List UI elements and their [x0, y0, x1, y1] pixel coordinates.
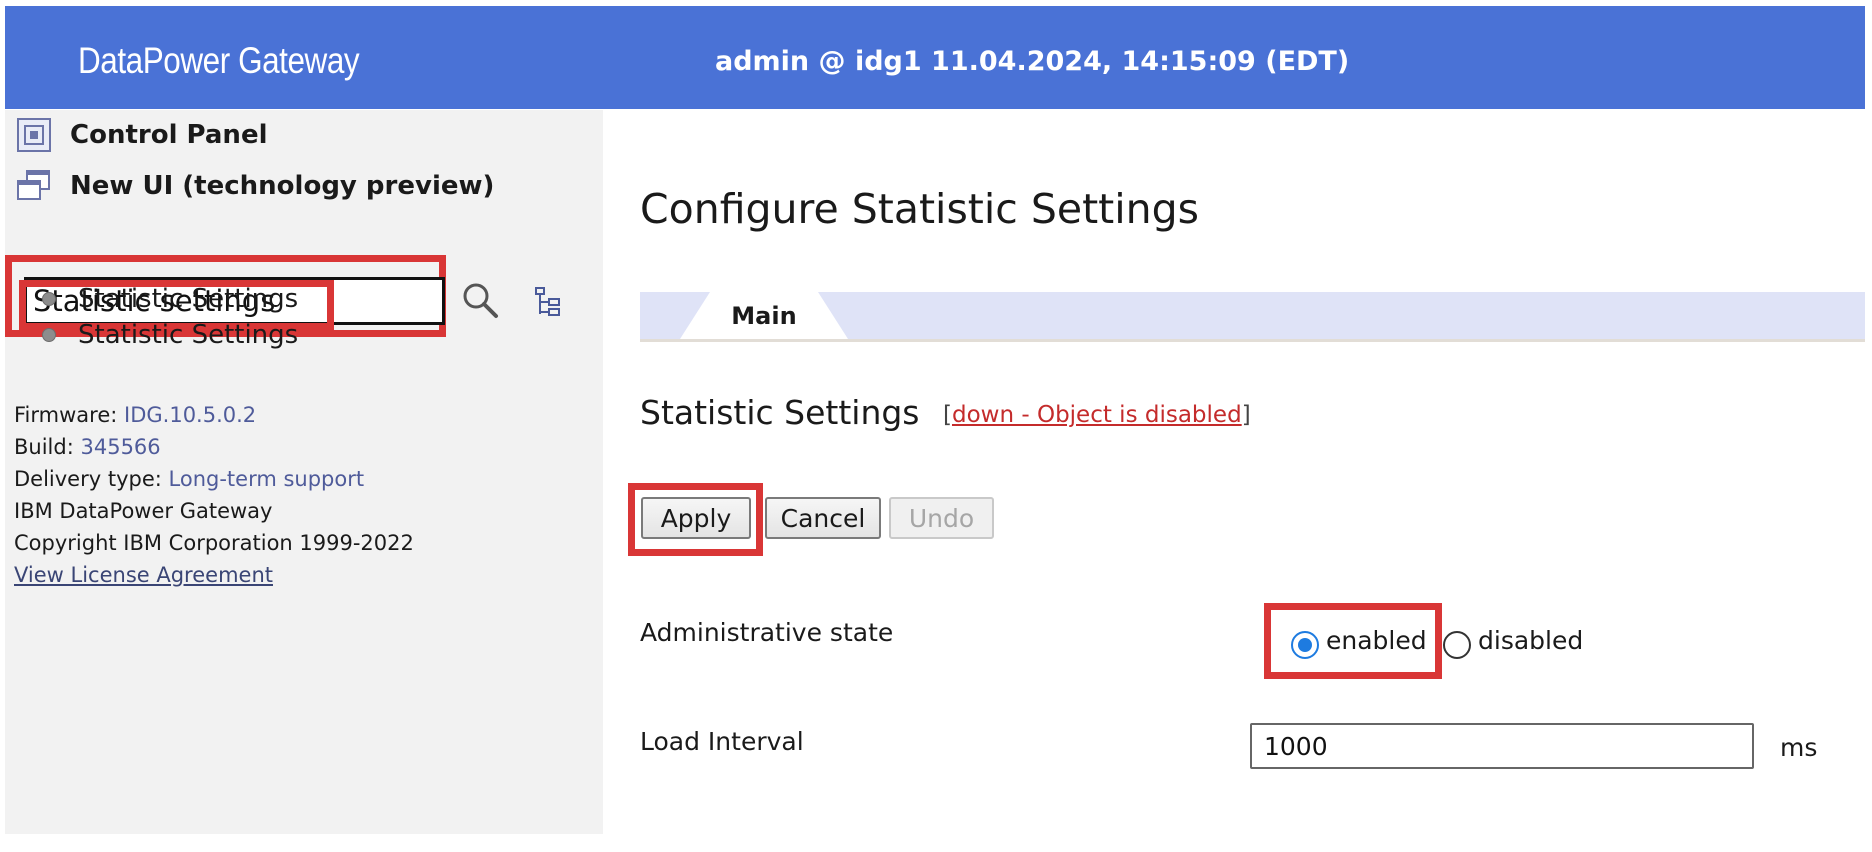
radio-disabled-label[interactable]: disabled — [1478, 626, 1583, 655]
firmware-label: Firmware: — [14, 403, 118, 427]
load-interval-unit: ms — [1780, 733, 1818, 762]
status-bracket-open: [ — [943, 402, 952, 428]
undo-button[interactable]: Undo — [889, 497, 994, 539]
firmware-info: Firmware: IDG.10.5.0.2 — [14, 403, 256, 427]
status-bracket-close: ] — [1241, 402, 1251, 428]
load-interval-input[interactable] — [1250, 723, 1754, 769]
nav-control-panel-label: Control Panel — [70, 120, 268, 150]
search-result-2[interactable]: Statistic Settings — [30, 316, 298, 354]
radio-disabled[interactable] — [1443, 631, 1471, 659]
cancel-button[interactable]: Cancel — [765, 497, 881, 539]
load-interval-label: Load Interval — [640, 727, 804, 756]
build-value: 345566 — [80, 435, 161, 459]
top-header: DataPower Gateway admin @ idg1 11.04.202… — [5, 6, 1865, 109]
bullet-icon — [42, 292, 56, 306]
bullet-icon — [42, 328, 56, 342]
build-label: Build: — [14, 435, 74, 459]
nav-new-ui[interactable]: New UI (technology preview) — [12, 166, 494, 206]
radio-enabled-label[interactable]: enabled — [1326, 626, 1427, 655]
object-status: [down - Object is disabled] — [943, 402, 1251, 428]
search-icon[interactable] — [460, 280, 500, 320]
status-link[interactable]: down - Object is disabled — [952, 402, 1242, 428]
radio-enabled[interactable] — [1291, 631, 1319, 659]
firmware-value: IDG.10.5.0.2 — [124, 403, 257, 427]
section-title: Statistic Settings — [640, 393, 920, 432]
control-panel-icon — [12, 115, 56, 155]
license-link[interactable]: View License Agreement — [14, 563, 273, 587]
delivery-label: Delivery type: — [14, 467, 162, 491]
copyright: Copyright IBM Corporation 1999-2022 — [14, 531, 414, 555]
tab-bar: Main — [640, 292, 1865, 342]
brand-title: DataPower Gateway — [78, 40, 360, 81]
delivery-info: Delivery type: Long-term support — [14, 467, 364, 491]
build-info: Build: 345566 — [14, 435, 161, 459]
session-info: admin @ idg1 11.04.2024, 14:15:09 (EDT) — [715, 46, 1350, 77]
delivery-value: Long-term support — [168, 467, 365, 491]
apply-button[interactable]: Apply — [641, 497, 751, 539]
admin-state-label: Administrative state — [640, 618, 894, 647]
nav-new-ui-label: New UI (technology preview) — [70, 171, 495, 201]
tab-main[interactable]: Main — [680, 292, 848, 339]
new-ui-icon — [12, 166, 56, 206]
search-result-label: Statistic Settings — [78, 284, 299, 314]
app-window: DataPower Gateway admin @ idg1 11.04.202… — [0, 0, 1872, 852]
search-result-label: Statistic Settings — [78, 320, 299, 350]
sidebar: Control Panel New UI (technology preview… — [5, 110, 603, 834]
nav-control-panel[interactable]: Control Panel — [12, 115, 268, 155]
product-name: IBM DataPower Gateway — [14, 499, 273, 523]
page-title: Configure Statistic Settings — [640, 185, 1200, 233]
search-result-1[interactable]: Statistic Settings — [30, 280, 298, 318]
tree-view-icon[interactable] — [533, 284, 565, 320]
